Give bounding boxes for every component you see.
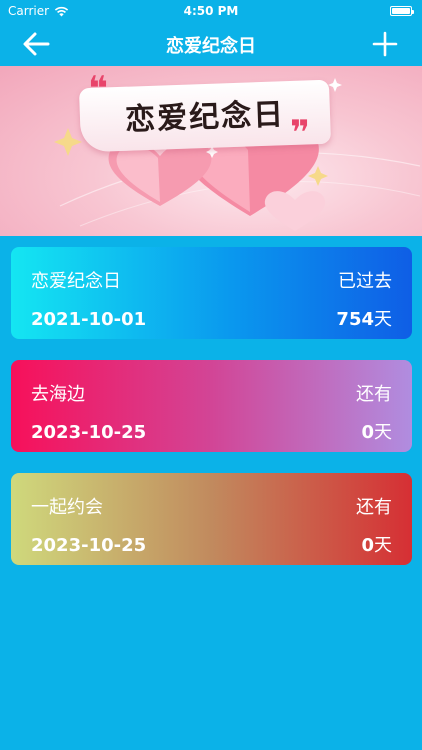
status-time: 4:50 PM (183, 4, 239, 18)
event-days-unit: 天 (374, 535, 392, 556)
status-bar: Carrier 4:50 PM (0, 0, 422, 22)
quote-close-icon: ❞ (290, 113, 310, 153)
event-status: 还有 (356, 497, 392, 518)
event-days-unit: 天 (374, 309, 392, 330)
battery-icon (390, 6, 414, 16)
banner: ❝ 恋爱纪念日 ❞ (0, 66, 422, 236)
event-date: 2021-10-01 (31, 309, 147, 330)
event-date: 2023-10-25 (31, 422, 147, 443)
event-card[interactable]: 一起约会 还有 2023-10-25 0天 (11, 473, 412, 565)
event-name: 恋爱纪念日 (31, 271, 121, 292)
event-name: 去海边 (31, 384, 85, 405)
nav-bar: 恋爱纪念日 (0, 22, 422, 66)
event-days-unit: 天 (374, 422, 392, 443)
event-days: 0 (361, 422, 374, 443)
plus-icon[interactable] (372, 31, 398, 57)
event-days: 754 (336, 309, 374, 330)
event-status: 已过去 (338, 271, 392, 292)
event-status: 还有 (356, 384, 392, 405)
page-title: 恋爱纪念日 (166, 36, 256, 57)
event-name: 一起约会 (31, 497, 103, 518)
event-days: 0 (361, 535, 374, 556)
event-card[interactable]: 去海边 还有 2023-10-25 0天 (11, 360, 412, 452)
event-date: 2023-10-25 (31, 535, 147, 556)
event-card[interactable]: 恋爱纪念日 已过去 2021-10-01 754天 (11, 247, 412, 339)
